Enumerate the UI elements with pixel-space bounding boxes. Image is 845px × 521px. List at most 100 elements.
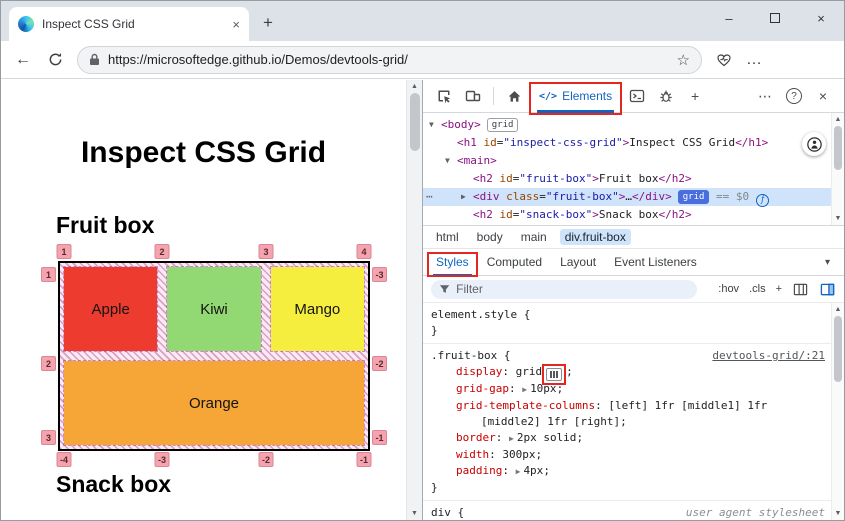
expand-shorthand-icon[interactable]: ▶: [522, 385, 527, 394]
scroll-down-icon[interactable]: ▼: [832, 212, 844, 225]
address-bar[interactable]: https://microsoftedge.github.io/Demos/de…: [77, 45, 702, 74]
style-line: grid-gap: ▶ 10px;: [456, 382, 564, 395]
tab-computed[interactable]: Computed: [478, 249, 551, 276]
customize-devtools-icon[interactable]: ⋯: [754, 84, 776, 108]
grid-cell-kiwi: Kiwi: [166, 266, 262, 352]
tab-elements[interactable]: </> Elements: [529, 80, 623, 115]
tab-close-icon[interactable]: ×: [232, 18, 240, 31]
tab-title: Inspect CSS Grid: [42, 17, 135, 31]
grid-line-number-top: 2: [154, 244, 170, 259]
grid-cell-orange: Orange: [63, 360, 365, 446]
scroll-up-icon[interactable]: ▲: [832, 303, 844, 316]
filter-input[interactable]: [456, 282, 689, 296]
grid-line-number-top: 4: [356, 244, 372, 259]
filter-input-wrap[interactable]: [431, 279, 697, 299]
back-button[interactable]: ←: [13, 51, 33, 69]
expand-arrow-icon[interactable]: ▼: [445, 152, 450, 170]
accessibility-tree-button[interactable]: [802, 132, 826, 156]
devtools-panel: </> Elements + ⋯ ? × ▼ <body> grid <h1 id="…: [422, 80, 844, 520]
maximize-button[interactable]: [752, 1, 798, 35]
expand-arrow-icon[interactable]: ▼: [429, 116, 434, 134]
scroll-down-icon[interactable]: ▼: [407, 507, 422, 520]
expand-shorthand-icon[interactable]: ▶: [516, 467, 521, 476]
breadcrumb-item-body[interactable]: body: [472, 229, 508, 245]
grid-editor-button[interactable]: [542, 364, 567, 385]
computed-sidebar-toggle-icon[interactable]: [818, 280, 836, 298]
fruit-grid: Apple Kiwi Mango Orange: [58, 261, 370, 451]
breadcrumb-item-main[interactable]: main: [516, 229, 552, 245]
fruit-box-heading: Fruit box: [56, 212, 155, 238]
styles-pane: element.style {} .fruit-box {devtools-gri…: [423, 303, 844, 520]
new-tab-button[interactable]: +: [253, 8, 283, 38]
tab-bar: Inspect CSS Grid × + – ×: [1, 1, 844, 41]
grid-line-number-bottom: -4: [56, 452, 72, 467]
new-style-rule-button[interactable]: +: [776, 283, 782, 295]
welcome-home-icon[interactable]: [503, 84, 525, 108]
expand-arrow-icon[interactable]: ▶: [461, 188, 466, 206]
breadcrumb-item-html[interactable]: html: [431, 229, 464, 245]
scroll-up-icon[interactable]: ▲: [832, 113, 844, 126]
settings-menu-icon[interactable]: …: [746, 51, 763, 69]
grid-line-number-right: -2: [372, 356, 387, 371]
tab-event-listeners[interactable]: Event Listeners: [605, 249, 706, 276]
grid-badge[interactable]: grid: [486, 118, 519, 132]
scroll-up-icon[interactable]: ▲: [407, 80, 422, 93]
url-text: https://microsoftedge.github.io/Demos/de…: [108, 52, 408, 67]
node-menu-icon[interactable]: ⋯: [426, 188, 433, 206]
dom-node-row[interactable]: <h2 id="snack-box">Snack box</h2>: [423, 206, 831, 224]
chevron-down-icon[interactable]: ▾: [825, 257, 840, 268]
help-icon[interactable]: ?: [783, 84, 805, 108]
grid-line-number-right: -1: [372, 430, 387, 445]
scroll-down-icon[interactable]: ▼: [832, 507, 844, 520]
dom-node-row[interactable]: ⋯ ▶ <div class="fruit-box">…</div> grid == …: [423, 188, 831, 207]
browser-essentials-icon[interactable]: [714, 52, 734, 68]
dom-scrollbar[interactable]: ▲ ▼: [831, 113, 844, 225]
node-hint-icon[interactable]: f: [756, 193, 770, 207]
scrollbar-thumb[interactable]: [834, 126, 842, 170]
tab-styles[interactable]: Styles: [427, 249, 478, 277]
console-icon[interactable]: [626, 84, 648, 108]
bug-icon[interactable]: [655, 84, 677, 108]
browser-window: Inspect CSS Grid × + – × ← https://micro…: [0, 0, 845, 521]
dom-node-row[interactable]: ▼ <body> grid: [423, 116, 831, 134]
expand-shorthand-icon[interactable]: ▶: [509, 434, 514, 443]
refresh-button[interactable]: [45, 52, 65, 67]
styles-scrollbar[interactable]: ▲ ▼: [831, 303, 844, 520]
grid-line-number-bottom: -1: [356, 452, 372, 467]
grid-badge[interactable]: grid: [677, 190, 710, 204]
browser-tab[interactable]: Inspect CSS Grid ×: [9, 7, 249, 41]
grid-line-number-bottom: -2: [258, 452, 274, 467]
class-state-button[interactable]: .cls: [749, 283, 766, 295]
grid-cell-apple: Apple: [62, 266, 159, 352]
inspect-element-icon[interactable]: [433, 84, 455, 108]
minimize-button[interactable]: –: [706, 1, 752, 35]
scrollbar-thumb[interactable]: [409, 93, 420, 151]
style-line: }: [423, 323, 831, 344]
breadcrumb-item-divfruit-box[interactable]: div.fruit-box: [559, 229, 631, 245]
style-line: element.style {: [431, 308, 531, 321]
grid-line-number-left: 2: [41, 356, 56, 371]
grid-columns-icon[interactable]: [791, 280, 809, 298]
device-emulation-icon[interactable]: [462, 84, 484, 108]
grid-cell-mango: Mango: [269, 266, 366, 352]
grid-line-number-right: -3: [372, 267, 387, 282]
scrollbar-thumb[interactable]: [834, 316, 842, 382]
grid-line-number-top: 1: [56, 244, 72, 259]
favorite-star-icon[interactable]: ☆: [677, 51, 690, 69]
dom-node-row[interactable]: ▼ <main>: [423, 152, 831, 170]
more-tools-icon[interactable]: +: [684, 84, 706, 108]
grid-line-number-top: 3: [258, 244, 274, 259]
window-controls: – ×: [706, 1, 844, 35]
stylesheet-origin: user agent stylesheet: [685, 506, 825, 519]
page-scrollbar[interactable]: ▲ ▼: [406, 80, 422, 520]
close-button[interactable]: ×: [798, 1, 844, 35]
dom-node-row[interactable]: <h2 id="fruit-box">Fruit box</h2>: [423, 170, 831, 188]
hover-state-button[interactable]: :hov: [718, 283, 739, 295]
dom-node-row[interactable]: <h1 id="inspect-css-grid">Inspect CSS Gr…: [423, 134, 831, 152]
grid-line-number-bottom: -3: [154, 452, 170, 467]
stylesheet-link[interactable]: devtools-grid/:21: [712, 348, 825, 364]
tab-layout[interactable]: Layout: [551, 249, 605, 276]
page-title: Inspect CSS Grid: [80, 136, 327, 169]
close-devtools-icon[interactable]: ×: [812, 84, 834, 108]
style-line: }: [423, 480, 831, 501]
